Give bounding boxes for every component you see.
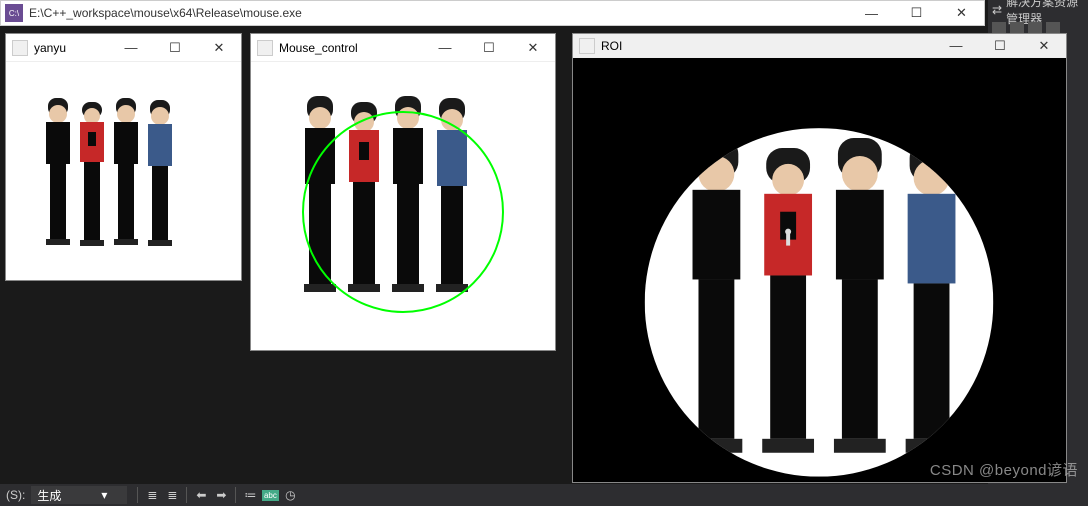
- output-source-combo[interactable]: 生成 ▾: [31, 486, 127, 504]
- minimize-button[interactable]: —: [849, 1, 894, 25]
- yanyu-image-area[interactable]: [6, 62, 241, 280]
- window-controls: — ☐ ✕: [849, 1, 984, 25]
- close-button[interactable]: ✕: [1022, 32, 1066, 59]
- mouse-image-area[interactable]: [251, 62, 555, 350]
- maximize-button[interactable]: ☐: [894, 1, 939, 25]
- toolbar-icon[interactable]: ≔: [240, 486, 260, 504]
- console-titlebar: C:\ E:\C++_workspace\mouse\x64\Release\m…: [0, 0, 985, 26]
- mouse-title: Mouse_control: [279, 41, 423, 55]
- watermark: CSDN @beyond谚语: [930, 459, 1078, 480]
- console-title: E:\C++_workspace\mouse\x64\Release\mouse…: [29, 6, 849, 20]
- solution-explorer-title: ⇄ 解决方案资源管理器: [988, 0, 1088, 20]
- toolbar-icon[interactable]: abc: [260, 486, 280, 504]
- opencv-icon: [579, 38, 595, 54]
- close-button[interactable]: ✕: [197, 34, 241, 61]
- maximize-button[interactable]: ☐: [153, 34, 197, 61]
- roi-image-area[interactable]: [573, 58, 1066, 482]
- toolbar-icon[interactable]: ➡: [211, 486, 231, 504]
- separator: [137, 487, 138, 503]
- toolbar-icon[interactable]: ≣: [142, 486, 162, 504]
- output-label: (S):: [0, 488, 31, 502]
- separator: [235, 487, 236, 503]
- window-yanyu[interactable]: yanyu — ☐ ✕: [5, 33, 242, 281]
- clock-icon[interactable]: ◷: [280, 486, 300, 504]
- minimize-button[interactable]: —: [423, 34, 467, 61]
- mouse-titlebar[interactable]: Mouse_control — ☐ ✕: [251, 34, 555, 62]
- maximize-button[interactable]: ☐: [467, 34, 511, 61]
- app-icon: C:\: [5, 4, 23, 22]
- roi-title: ROI: [601, 39, 934, 53]
- separator: [186, 487, 187, 503]
- toolbar-icon[interactable]: ≣: [162, 486, 182, 504]
- chevron-down-icon: ▾: [101, 488, 107, 502]
- maximize-button[interactable]: ☐: [978, 32, 1022, 59]
- yanyu-titlebar[interactable]: yanyu — ☐ ✕: [6, 34, 241, 62]
- minimize-button[interactable]: —: [934, 32, 978, 59]
- close-button[interactable]: ✕: [511, 34, 555, 61]
- opencv-icon: [12, 40, 28, 56]
- status-bar: (S): 生成 ▾ ≣ ≣ ⬅ ➡ ≔ abc ◷: [0, 484, 1088, 506]
- toolbar-icon[interactable]: ⬅: [191, 486, 211, 504]
- close-button[interactable]: ✕: [939, 1, 984, 25]
- window-roi[interactable]: ROI — ☐ ✕: [572, 33, 1067, 483]
- minimize-button[interactable]: —: [109, 34, 153, 61]
- opencv-icon: [257, 40, 273, 56]
- yanyu-title: yanyu: [34, 41, 109, 55]
- roi-titlebar[interactable]: ROI — ☐ ✕: [573, 34, 1066, 58]
- window-mouse-control[interactable]: Mouse_control — ☐ ✕: [250, 33, 556, 351]
